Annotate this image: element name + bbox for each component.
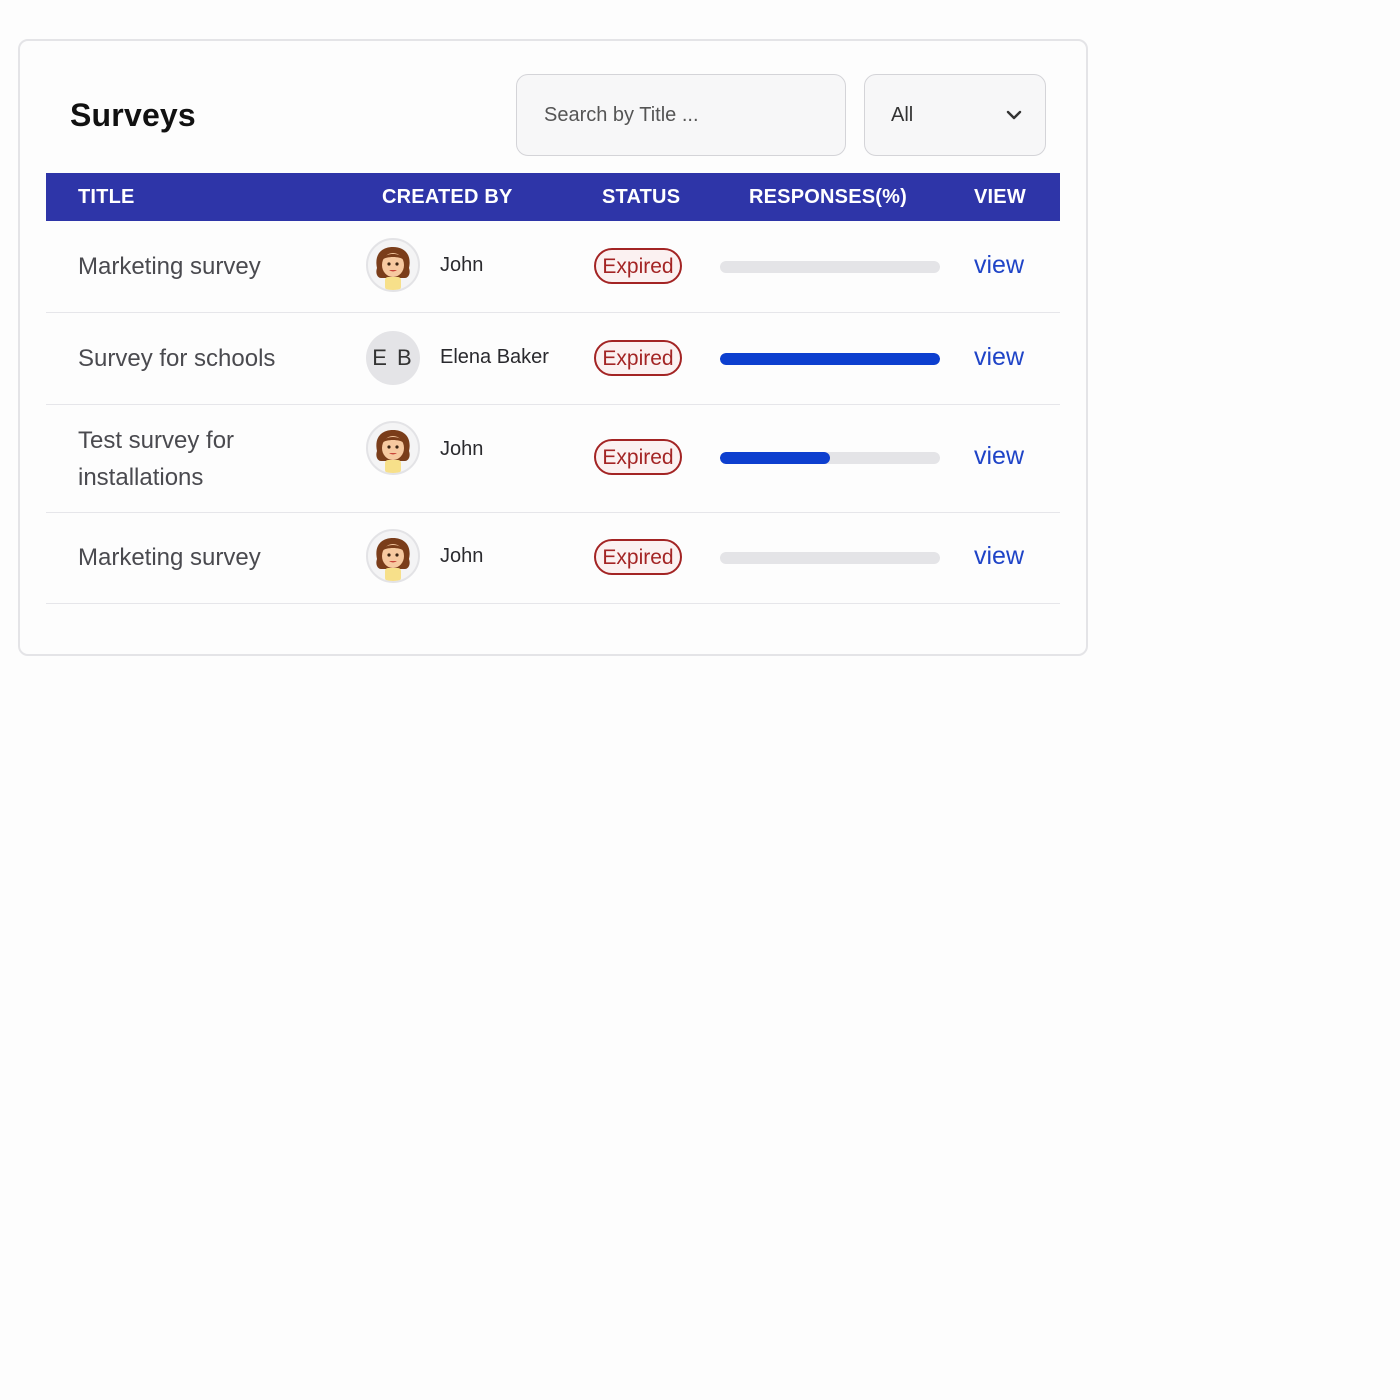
survey-title: Marketing survey [78,253,261,280]
table-row: Marketing survey John Expired view [46,513,1060,604]
responses-progress-bar [720,452,940,464]
view-link[interactable]: view [974,251,1024,280]
column-header-responses[interactable]: RESPONSES(%) [749,173,907,221]
view-link[interactable]: view [974,442,1024,471]
view-link[interactable]: view [974,542,1024,571]
avatar [366,238,420,292]
cartoon-girl-icon [376,430,410,473]
cartoon-girl-icon [376,538,410,581]
surveys-card: Surveys All TITLE CREATED BY STATUS RESP… [18,39,1088,656]
table-header: TITLE CREATED BY STATUS RESPONSES(%) VIE… [46,173,1060,221]
chevron-down-icon [1005,109,1023,121]
creator-name: Elena Baker [440,346,549,368]
status-badge: Expired [594,539,682,575]
column-header-title[interactable]: TITLE [78,173,135,221]
cartoon-girl-icon [376,247,410,290]
table-row: Test survey for installations John Expir… [46,405,1060,513]
survey-title: Survey for schools [78,345,276,372]
table-row: Marketing survey John Expired view [46,221,1060,313]
avatar [366,421,420,475]
column-header-view[interactable]: VIEW [974,173,1026,221]
column-header-status[interactable]: STATUS [602,173,680,221]
survey-title: Test survey for installations [78,427,235,491]
status-filter-value: All [891,103,914,126]
view-link[interactable]: view [974,343,1024,372]
search-field[interactable] [516,74,846,156]
status-badge: Expired [594,340,682,376]
creator-name: John [440,438,484,460]
responses-progress-bar [720,261,940,273]
creator-name: John [440,545,484,567]
responses-progress-bar [720,552,940,564]
creator-name: John [440,254,484,276]
status-badge: Expired [594,248,682,284]
page-title: Surveys [70,97,196,133]
status-badge: Expired [594,439,682,475]
avatar-initials: E B [366,331,420,385]
avatar [366,529,420,583]
table-row: Survey for schools E B Elena Baker Expir… [46,313,1060,405]
search-input[interactable] [542,102,845,128]
responses-progress-bar [720,353,940,365]
surveys-table: TITLE CREATED BY STATUS RESPONSES(%) VIE… [46,173,1060,604]
responses-progress-fill [720,452,830,464]
column-header-created-by[interactable]: CREATED BY [382,173,513,221]
status-filter-select[interactable]: All [864,74,1046,156]
survey-title: Marketing survey [78,544,261,571]
responses-progress-fill [720,353,940,365]
